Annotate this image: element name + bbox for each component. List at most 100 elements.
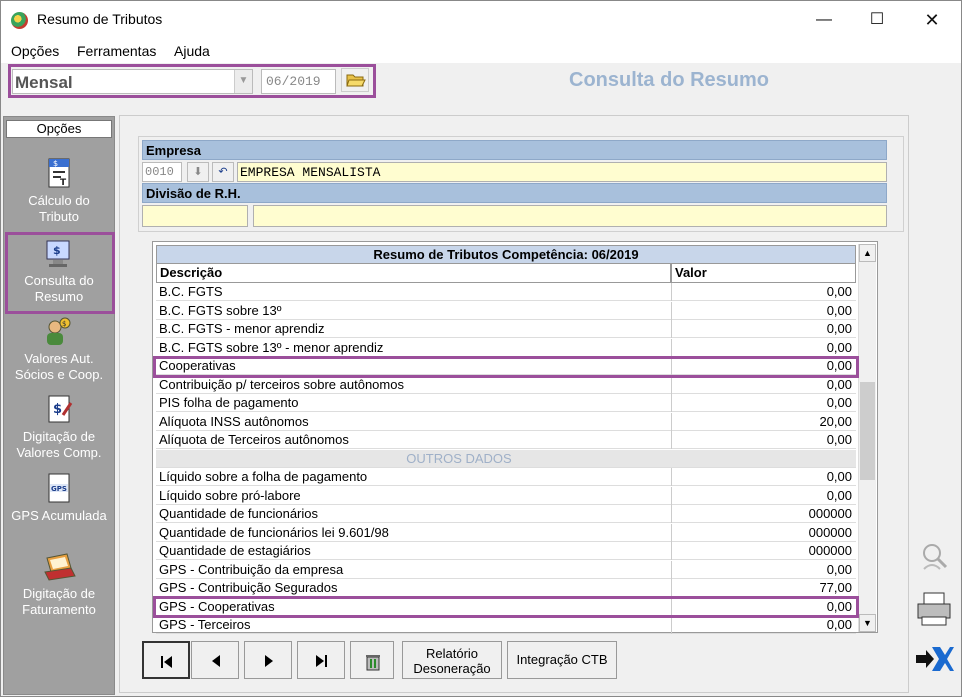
company-code-field[interactable]: 0010	[142, 162, 182, 182]
print-button[interactable]	[911, 589, 957, 633]
trash-icon	[366, 655, 380, 671]
cell-valor: 0,00	[671, 468, 854, 486]
printer-icon	[917, 592, 951, 626]
cell-valor: 0,00	[671, 560, 854, 579]
next-record-button[interactable]	[244, 641, 292, 679]
previous-icon	[212, 655, 220, 667]
scroll-up-icon[interactable]: ▲	[859, 244, 876, 262]
cell-valor: 77,00	[671, 579, 854, 597]
exit-button[interactable]	[911, 639, 957, 683]
cell-descricao: B.C. FGTS - menor aprendiz	[159, 321, 325, 336]
table-row[interactable]: Líquido sobre a folha de pagamento 0,00	[156, 468, 856, 486]
previous-record-button[interactable]	[191, 641, 239, 679]
table-row[interactable]: Quantidade de funcionários 000000	[156, 505, 856, 523]
next-icon	[265, 655, 273, 667]
close-button[interactable]: ✕	[909, 1, 955, 39]
page-title: Consulta do Resumo	[569, 69, 770, 91]
minimize-button[interactable]: —	[801, 1, 847, 39]
first-icon	[161, 656, 172, 668]
menu-ajuda[interactable]: Ajuda	[174, 43, 210, 59]
grid-scrollbar[interactable]: ▲ ▼	[858, 244, 876, 632]
first-record-button[interactable]	[142, 641, 190, 679]
sidebar-item-valores[interactable]: $ Valores Aut. Sócios e Coop.	[4, 315, 114, 383]
sidebar-item-faturamento[interactable]: Digitação de Faturamento	[4, 550, 114, 618]
column-header-descricao[interactable]: Descrição	[156, 264, 671, 283]
people-dollar-icon: $	[41, 315, 77, 349]
cell-valor: 000000	[671, 505, 854, 523]
division-name-field[interactable]	[253, 205, 887, 227]
svg-text:T: T	[60, 178, 67, 188]
sidebar-item-gps[interactable]: GPS GPS Acumulada	[4, 472, 114, 524]
title-bar: Resumo de Tributos — ☐ ✕	[1, 1, 961, 39]
row-highlight-gps-cooperativas	[153, 596, 859, 618]
search-person-icon	[923, 544, 948, 570]
table-row[interactable]: B.C. FGTS sobre 13º - menor aprendiz 0,00	[156, 338, 856, 357]
app-logo-icon	[11, 12, 28, 29]
table-row[interactable]: Líquido sobre pró-labore 0,00	[156, 486, 856, 505]
cell-descricao: OUTROS DADOS	[406, 450, 512, 466]
cell-valor: 0,00	[671, 375, 854, 394]
delete-button[interactable]	[350, 641, 394, 679]
cell-valor: 0,00	[671, 394, 854, 412]
sidebar-header: Opções	[6, 120, 112, 138]
sidebar-item-digitacao-valores[interactable]: $ Digitação de Valores Comp.	[4, 393, 114, 461]
download-icon[interactable]: ⬇	[187, 162, 209, 182]
last-record-button[interactable]	[297, 641, 345, 679]
scroll-down-icon[interactable]: ▼	[859, 614, 876, 632]
toolbar-highlight	[8, 64, 376, 98]
company-name-field[interactable]: EMPRESA MENSALISTA	[237, 162, 887, 182]
cell-descricao: B.C. FGTS sobre 13º	[159, 302, 282, 318]
cell-descricao: Líquido sobre a folha de pagamento	[159, 469, 368, 484]
table-row[interactable]: B.C. FGTS 0,00	[156, 283, 856, 301]
exit-icon	[916, 647, 954, 671]
table-row[interactable]: Contribuição p/ terceiros sobre autônomo…	[156, 375, 856, 394]
column-header-valor[interactable]: Valor	[671, 264, 856, 283]
table-row[interactable]: Quantidade de estagiários 000000	[156, 542, 856, 560]
calc-document-icon: $ T	[41, 157, 77, 191]
cell-descricao: Líquido sobre pró-labore	[159, 487, 301, 503]
svg-text:$: $	[62, 320, 66, 328]
integracao-ctb-button[interactable]: Integração CTB	[507, 641, 617, 679]
app-window: Resumo de Tributos — ☐ ✕ Opções Ferramen…	[0, 0, 962, 697]
svg-text:$: $	[53, 402, 62, 417]
maximize-button[interactable]: ☐	[854, 1, 900, 39]
table-row[interactable]: B.C. FGTS - menor aprendiz 0,00	[156, 320, 856, 338]
sidebar-item-label: Valores Aut. Sócios e Coop.	[14, 351, 104, 382]
scroll-thumb[interactable]	[860, 382, 875, 480]
sidebar-highlight	[5, 232, 115, 314]
row-highlight-cooperativas	[153, 356, 859, 378]
cell-descricao: Contribuição p/ terceiros sobre autônomo…	[159, 376, 404, 392]
menu-opcoes[interactable]: Opções	[11, 43, 59, 59]
table-row[interactable]: Alíquota INSS autônomos 20,00	[156, 412, 856, 431]
cell-valor: 20,00	[671, 412, 854, 431]
cell-valor: 0,00	[671, 486, 854, 505]
sidebar-item-calculo[interactable]: $ T Cálculo do Tributo	[4, 157, 114, 225]
cell-descricao: GPS - Contribuição da empresa	[159, 561, 344, 577]
grid-section-row[interactable]: OUTROS DADOS	[156, 449, 856, 468]
cell-descricao: PIS folha de pagamento	[159, 395, 299, 410]
menu-bar: Opções Ferramentas Ajuda	[1, 39, 961, 63]
cell-descricao: Quantidade de funcionários	[159, 506, 319, 521]
undo-icon[interactable]: ↶	[212, 162, 234, 182]
table-row[interactable]: Alíquota de Terceiros autônomos 0,00	[156, 431, 856, 449]
cell-descricao: GPS - Terceiros	[159, 617, 251, 632]
cell-descricao: Quantidade de funcionários lei 9.601/98	[159, 524, 389, 540]
table-row[interactable]: B.C. FGTS sobre 13º 0,00	[156, 301, 856, 320]
division-section-header: Divisão de R.H.	[142, 183, 887, 203]
table-row[interactable]: PIS folha de pagamento 0,00	[156, 394, 856, 412]
cell-valor: 0,00	[671, 431, 854, 449]
relatorio-desoneracao-button[interactable]: Relatório Desoneração	[402, 641, 502, 679]
company-section-header: Empresa	[142, 140, 887, 160]
dollar-edit-icon: $	[41, 393, 77, 427]
table-row[interactable]: GPS - Terceiros 0,00	[156, 616, 856, 634]
search-disabled-button[interactable]	[911, 539, 957, 583]
table-row[interactable]: Quantidade de funcionários lei 9.601/98 0…	[156, 523, 856, 542]
table-row[interactable]: GPS - Contribuição da empresa 0,00	[156, 560, 856, 579]
cell-valor: 0,00	[671, 338, 854, 357]
table-row[interactable]: GPS - Contribuição Segurados 77,00	[156, 579, 856, 597]
sidebar-item-label: Digitação de Faturamento	[22, 586, 96, 617]
cell-descricao: GPS - Contribuição Segurados	[159, 580, 338, 595]
division-code-field[interactable]	[142, 205, 248, 227]
menu-ferramentas[interactable]: Ferramentas	[77, 43, 156, 59]
button-label-line1: Relatório	[425, 646, 479, 661]
